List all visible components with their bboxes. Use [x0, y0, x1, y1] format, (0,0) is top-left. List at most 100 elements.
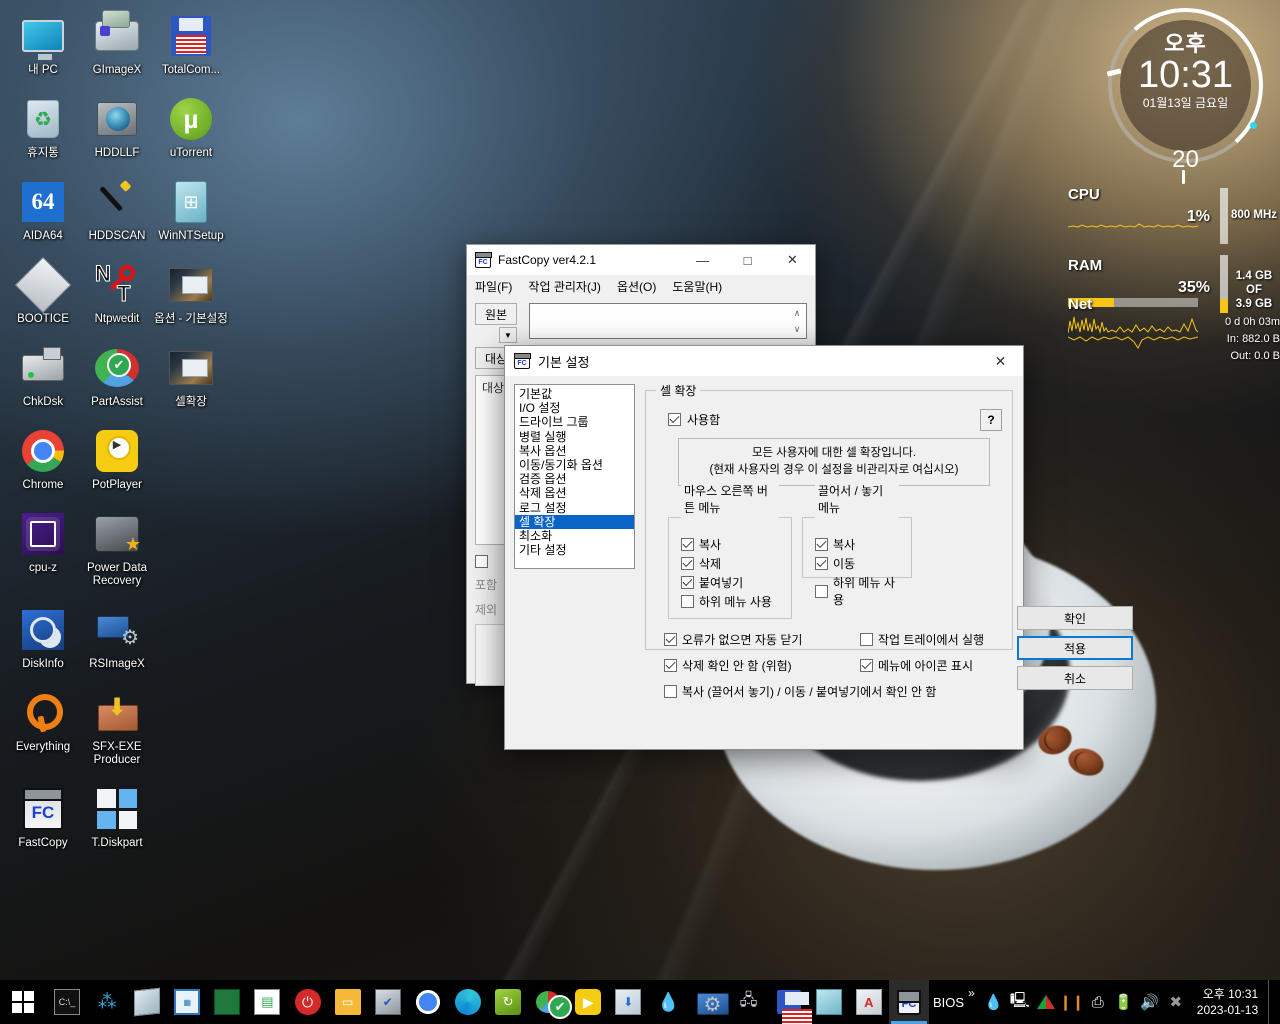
taskbar-item-network-tool[interactable]: ⁂: [87, 980, 127, 1024]
maximize-button[interactable]: □: [725, 245, 770, 275]
desktop-icon-fastcopy[interactable]: FC FastCopy: [6, 779, 80, 850]
taskbar-item-edge[interactable]: [448, 980, 488, 1024]
taskbar-item-power-tool[interactable]: ⏻: [288, 980, 328, 1024]
drag-drop-submenu-checkbox[interactable]: [815, 584, 828, 598]
taskbar-item-file-explorer[interactable]: ▭: [328, 980, 368, 1024]
tray-clock[interactable]: 오후 10:31 2023-01-13: [1189, 986, 1268, 1018]
source-input[interactable]: ∧ ∨: [529, 303, 807, 339]
right-click-paste-row[interactable]: 붙여넣기: [681, 574, 779, 591]
desktop-icon-aida64[interactable]: 64 AIDA64: [6, 172, 80, 243]
no-copy-confirm-row[interactable]: 복사 (끌어서 놓기) / 이동 / 붙여넣기에서 확인 안 함: [664, 683, 936, 700]
right-click-copy-checkbox[interactable]: [681, 538, 694, 551]
desktop-icon-everything[interactable]: Everything: [6, 683, 80, 767]
default-settings-dialog[interactable]: FC 기본 설정 ✕ 기본값 I/O 설정 드라이브 그룹 병렬 실행 복사 옵…: [504, 345, 1133, 750]
settings-category-list[interactable]: 기본값 I/O 설정 드라이브 그룹 병렬 실행 복사 옵션 이동/동기화 옵션…: [514, 384, 635, 569]
close-circle-icon[interactable]: ✖: [1163, 980, 1189, 1024]
auto-close-row[interactable]: 오류가 없으면 자동 닫기: [664, 631, 860, 648]
desktop-icon-shell-extension[interactable]: 셀확장: [154, 338, 228, 409]
taskbar-item-partition-tool[interactable]: ▤: [247, 980, 287, 1024]
clock-gadget[interactable]: 오후 10:31 01월13일 금요일 20: [1104, 4, 1267, 184]
menu-icons-row[interactable]: 메뉴에 아이콘 표시: [860, 657, 973, 674]
right-click-submenu-checkbox[interactable]: [681, 595, 694, 608]
taskbar-item-rsimagex[interactable]: [688, 980, 730, 1024]
desktop-icon-chrome[interactable]: Chrome: [6, 421, 80, 492]
source-dropdown-icon[interactable]: ▼: [499, 327, 517, 343]
taskbar-item-pdf-reader[interactable]: A: [849, 980, 889, 1024]
taskbar-item-book-tool[interactable]: [809, 980, 849, 1024]
battery-icon[interactable]: 🔋: [1111, 980, 1137, 1024]
usb-safe-icon[interactable]: ⎙: [1085, 980, 1111, 1024]
desktop-icon-power-data-recovery[interactable]: Power Data Recovery: [80, 504, 154, 588]
category-item-minimize[interactable]: 최소화: [515, 529, 634, 543]
category-item-misc[interactable]: 기타 설정: [515, 543, 634, 557]
desktop-icon-gimagex[interactable]: GImageX: [80, 6, 154, 77]
category-item-io[interactable]: I/O 설정: [515, 401, 634, 415]
minimize-button[interactable]: —: [680, 245, 725, 275]
drag-drop-copy-row[interactable]: 복사: [815, 536, 899, 553]
menu-icons-checkbox[interactable]: [860, 659, 873, 672]
desktop-icon-chkdsk[interactable]: ChkDsk: [6, 338, 80, 409]
category-item-parallel[interactable]: 병렬 실행: [515, 430, 634, 444]
desktop-icon-ntpwedit[interactable]: Ntpwedit: [80, 255, 154, 326]
category-item-drive-group[interactable]: 드라이브 그룹: [515, 415, 634, 429]
desktop-icon-sfx-exe-producer[interactable]: SFX-EXE Producer: [80, 683, 154, 767]
menu-item-job-manager[interactable]: 작업 관리자(J): [528, 278, 601, 295]
right-click-delete-row[interactable]: 삭제: [681, 555, 779, 572]
category-item-default[interactable]: 기본값: [515, 387, 634, 401]
taskbar-item-hdd-tool[interactable]: ↻: [488, 980, 528, 1024]
drag-drop-submenu-row[interactable]: 하위 메뉴 사용: [815, 574, 899, 608]
source-button[interactable]: 원본: [475, 303, 517, 325]
battery-orange-icon[interactable]: ❙❙: [1059, 980, 1085, 1024]
volume-icon[interactable]: 🔊: [1137, 980, 1163, 1024]
show-desktop-button[interactable]: [1268, 980, 1276, 1024]
right-click-submenu-row[interactable]: 하위 메뉴 사용: [681, 593, 779, 610]
system-monitor-gadget[interactable]: CPU 1% 800 MHz RAM 35% 1.4 GB OF 3.9 GB …: [1068, 186, 1280, 362]
desktop-icon-diskpart[interactable]: T.Diskpart: [80, 779, 154, 850]
ok-button[interactable]: 확인: [1017, 606, 1133, 630]
auto-close-checkbox[interactable]: [664, 633, 677, 646]
menu-item-options[interactable]: 옵션(O): [617, 278, 656, 295]
menu-item-help[interactable]: 도움말(H): [672, 278, 722, 295]
taskbar-item-potplayer[interactable]: ▶: [568, 980, 608, 1024]
taskbar-item-fastcopy[interactable]: FC: [888, 980, 929, 1024]
desktop-icon-winntsetup[interactable]: ⊞ WinNTSetup: [154, 172, 228, 243]
desktop-icon-potplayer[interactable]: PotPlayer: [80, 421, 154, 492]
category-item-move-sync-options[interactable]: 이동/동기화 옵션: [515, 458, 634, 472]
menu-item-file[interactable]: 파일(F): [475, 278, 512, 295]
category-item-verify-options[interactable]: 검증 옵션: [515, 472, 634, 486]
triangle-icon[interactable]: [1033, 980, 1059, 1024]
no-copy-confirm-checkbox[interactable]: [664, 685, 677, 698]
taskbar-item-partassist[interactable]: [528, 980, 573, 1024]
taskbar-item-calculator[interactable]: ▦: [167, 980, 207, 1024]
settings-titlebar[interactable]: FC 기본 설정 ✕: [505, 346, 1023, 376]
desktop-icon-option-default-settings[interactable]: 옵션 - 기본설정: [154, 255, 228, 326]
desktop-icon-hddllf[interactable]: HDDLLF: [80, 89, 154, 160]
desktop-icon-recycle-bin[interactable]: 휴지통: [6, 89, 80, 160]
right-click-paste-checkbox[interactable]: [681, 576, 694, 589]
filter-checkbox[interactable]: [475, 555, 488, 568]
monitor-icon[interactable]: 🖳: [1007, 980, 1033, 1024]
category-item-delete-options[interactable]: 삭제 옵션: [515, 486, 634, 500]
taskbar-item-installer[interactable]: ⬇: [608, 980, 648, 1024]
desktop-icon-hddscan[interactable]: HDDSCAN: [80, 172, 154, 243]
drag-drop-move-row[interactable]: 이동: [815, 555, 899, 572]
no-delete-confirm-row[interactable]: 삭제 확인 안 함 (위험): [664, 657, 860, 674]
desktop-icon-totalcommander[interactable]: TotalCom...: [154, 6, 228, 77]
taskbar-item-driver-tool[interactable]: [207, 980, 247, 1024]
taskbar-item-system-tool[interactable]: ✔: [368, 980, 408, 1024]
taskbar-item-chrome[interactable]: [408, 980, 448, 1024]
desktop-icon-diskinfo[interactable]: DiskInfo: [6, 600, 80, 671]
enable-shell-extension-row[interactable]: 사용함: [668, 411, 1002, 428]
category-item-copy-options[interactable]: 복사 옵션: [515, 444, 634, 458]
close-button[interactable]: ✕: [770, 245, 815, 275]
start-button[interactable]: [0, 980, 47, 1024]
desktop-icon-partassist[interactable]: PartAssist: [80, 338, 154, 409]
tray-bios-label[interactable]: BIOS: [929, 995, 968, 1010]
source-scroll-down-icon[interactable]: ∨: [790, 322, 804, 336]
help-button[interactable]: ?: [980, 409, 1002, 431]
enable-shell-extension-checkbox[interactable]: [668, 413, 681, 426]
taskbar-item-command-prompt[interactable]: C:\_: [47, 980, 87, 1024]
desktop-icon-rsimagex[interactable]: RSImageX: [80, 600, 154, 671]
right-click-copy-row[interactable]: 복사: [681, 536, 779, 553]
desktop-icon-my-pc[interactable]: 내 PC: [6, 6, 80, 77]
